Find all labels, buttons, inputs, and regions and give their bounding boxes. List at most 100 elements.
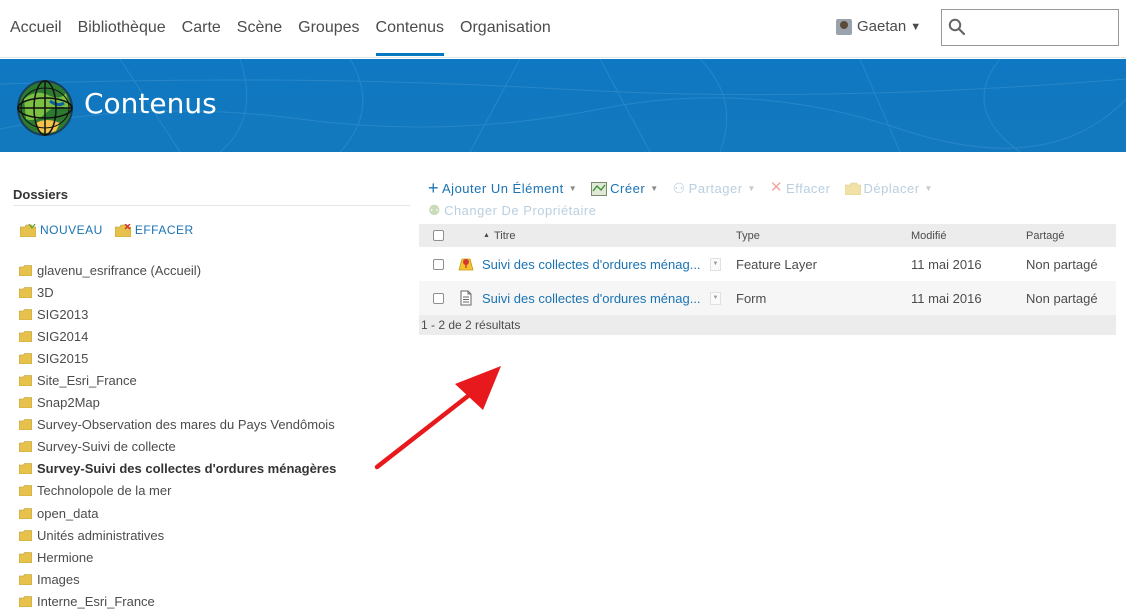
delete-button[interactable]: ✕ Effacer [770,180,831,196]
shared-cell: Non partagé [1026,256,1098,272]
folder-label: Images [37,571,80,587]
folder-label: SIG2015 [37,350,89,366]
column-header-type[interactable]: Type [736,230,911,242]
folder-item[interactable]: SIG2013 [19,303,336,325]
folder-item[interactable]: Site_Esri_France [19,369,336,391]
item-title-link[interactable]: Suivi des collectes d'ordures ménag... [482,257,708,272]
folder-icon [19,353,32,364]
title-cell: Suivi des collectes d'ordures ménag... ▼ [457,290,736,306]
new-folder-button[interactable]: NOUVEAU [20,223,103,237]
move-label: Déplacer [863,180,920,196]
folder-item[interactable]: Unités administratives [19,524,336,546]
item-options-dropdown[interactable]: ▼ [710,291,721,305]
caret-down-icon: ▼ [747,183,756,193]
table-header: ▲ Titre Type Modifié Partagé [419,224,1116,247]
folder-item[interactable]: Survey-Suivi de collecte [19,436,336,458]
folders-heading: Dossiers [13,187,68,202]
folder-icon [19,331,32,342]
type-cell: Form [736,290,767,306]
folder-label: SIG2014 [37,328,89,344]
column-title-label: Titre [493,229,516,242]
caret-down-icon: ▼ [568,183,578,193]
folder-item[interactable]: Hermione [19,546,336,568]
folder-label: Site_Esri_France [37,373,137,389]
folder-item[interactable]: 3D [19,281,336,303]
folder-icon [19,485,32,497]
caret-down-icon: ▼ [910,20,922,33]
move-folder-icon [844,182,861,195]
folder-item[interactable]: SIG2014 [19,325,336,347]
search-input[interactable] [970,14,1112,42]
share-button[interactable]: ⚇ Partager ▼ [673,180,756,196]
caret-down-icon: ▼ [650,183,659,193]
row-checkbox[interactable] [432,258,444,270]
row-checkbox-cell [419,258,457,270]
folder-item[interactable]: SIG2015 [19,347,336,369]
folder-icon [19,507,32,519]
column-header-title[interactable]: ▲ Titre [457,230,736,242]
create-button[interactable]: Créer ▼ [591,181,658,196]
nav-item-accueil[interactable]: Accueil [10,18,62,38]
folder-item[interactable]: Survey-Suivi des collectes d'ordures mén… [19,458,336,480]
table-row: Suivi des collectes d'ordures ménag... ▼… [419,281,1116,315]
folder-label: Hermione [37,549,94,565]
folder-label: Survey-Suivi de collecte [37,439,176,455]
folder-label: 3D [37,284,54,300]
row-checkbox[interactable] [432,292,444,304]
create-label: Créer [610,180,646,196]
active-tab-indicator [375,53,445,56]
share-label: Partager [688,180,743,196]
folder-item[interactable]: Interne_Esri_France [19,590,336,612]
folder-label: Unités administratives [37,527,165,543]
folder-label: open_data [37,505,99,521]
folder-icon [19,463,32,475]
title-cell: Suivi des collectes d'ordures ménag... ▼ [457,256,736,272]
item-options-dropdown[interactable]: ▼ [710,257,721,271]
column-header-modified[interactable]: Modifié [911,230,1026,242]
modified-cell: 11 mai 2016 [911,256,982,272]
nav-item-scene[interactable]: Scène [237,18,282,38]
select-all-checkbox[interactable] [432,230,444,241]
folder-icon [19,551,32,563]
move-button[interactable]: Déplacer ▼ [844,180,933,196]
nav-item-contenus[interactable]: Contenus [376,18,445,38]
user-menu[interactable]: Gaetan ▼ [836,18,921,35]
user-name: Gaetan [857,18,907,35]
folder-item[interactable]: Snap2Map [19,392,336,414]
folder-icon [19,596,32,607]
nav-menu: Accueil Bibliothèque Carte Scène Groupes… [10,18,567,38]
content-table: ▲ Titre Type Modifié Partagé Suivi des c… [419,224,1116,335]
delete-folder-label: EFFACER [134,223,194,237]
delete-folder-button[interactable]: EFFACER [114,223,194,237]
folder-item[interactable]: Survey-Observation des mares du Pays Ven… [19,414,336,436]
folder-actions: NOUVEAU EFFACER [20,223,206,237]
modified-cell: 11 mai 2016 [911,290,982,306]
column-header-shared[interactable]: Partagé [1026,230,1116,242]
add-item-button[interactable]: + Ajouter Un Élément ▼ [428,179,578,197]
globe-logo-icon [17,80,73,136]
form-icon [460,290,472,306]
divider [13,205,410,206]
sort-ascending-icon: ▲ [483,232,490,239]
content-toolbar: + Ajouter Un Élément ▼ Créer ▼ ⚇ Partage… [428,178,1118,220]
results-count: 1 - 2 de 2 résultats [419,315,1116,335]
folder-icon [19,574,32,585]
folder-item[interactable]: Technolopole de la mer [19,480,336,502]
nav-item-carte[interactable]: Carte [182,18,221,38]
nav-item-organisation[interactable]: Organisation [460,18,551,38]
delete-folder-icon [114,223,131,237]
folder-item[interactable]: glavenu_esrifrance (Accueil) [19,259,336,281]
feature-layer-icon [458,258,474,271]
avatar [836,18,852,35]
nav-item-bibliotheque[interactable]: Bibliothèque [78,18,166,38]
item-title-link[interactable]: Suivi des collectes d'ordures ménag... [482,291,708,306]
top-navigation: Accueil Bibliothèque Carte Scène Groupes… [0,0,1126,58]
folder-label: Survey-Suivi des collectes d'ordures mén… [37,461,337,477]
folder-item[interactable]: Images [19,568,336,590]
page-title: Contenus [84,87,217,120]
change-owner-icon: ⚉ [428,202,442,218]
change-owner-button[interactable]: ⚉ Changer De Propriétaire [428,202,596,218]
nav-item-groupes[interactable]: Groupes [298,18,359,38]
folder-item[interactable]: open_data [19,502,336,524]
folder-icon [19,419,32,431]
